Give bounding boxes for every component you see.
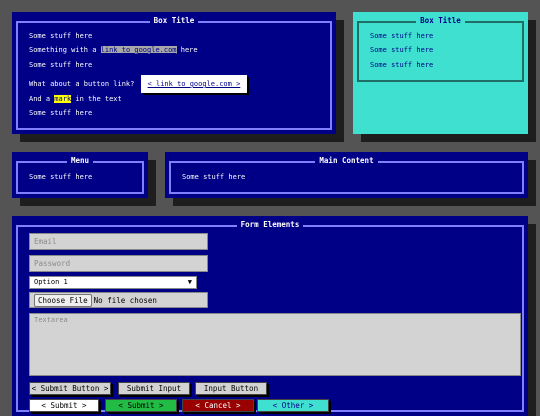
- box-title: Box Title: [353, 15, 528, 27]
- submit-button-default[interactable]: < Submit >: [29, 399, 99, 412]
- text-fragment: What about a button link?: [29, 80, 135, 88]
- cancel-button[interactable]: < Cancel >: [182, 399, 254, 412]
- file-status: No file chosen: [93, 296, 157, 305]
- menu-title: Menu: [12, 155, 148, 167]
- dropdown-arrow-icon: ▼: [187, 278, 192, 286]
- text-line: Some stuff here: [370, 61, 434, 69]
- option-select[interactable]: Option 1 ▼: [29, 276, 197, 289]
- box-panel-teal: Box Title Some stuff here Some stuff her…: [353, 12, 528, 134]
- text-line: Some stuff here: [29, 61, 93, 69]
- choose-file-button[interactable]: Choose File: [34, 294, 92, 307]
- box-title: Box Title: [12, 15, 336, 27]
- text-line: Some stuff here: [29, 32, 93, 40]
- password-field[interactable]: Password: [29, 255, 208, 272]
- file-input[interactable]: Choose File No file chosen: [29, 292, 208, 308]
- box-panel-primary: Box Title Some stuff here Something with…: [12, 12, 336, 134]
- select-value: Option 1: [34, 278, 68, 286]
- form-title-text: Form Elements: [236, 220, 304, 229]
- box-title-text: Box Title: [416, 16, 465, 25]
- main-content-panel: Main Content Some stuff here: [165, 152, 528, 198]
- text-line-with-link: Something with a link to google.com here: [29, 45, 198, 55]
- text-line: Some stuff here: [370, 46, 434, 54]
- email-field[interactable]: Email: [29, 233, 208, 250]
- google-link[interactable]: link to google.com: [100, 46, 177, 54]
- menu-title-text: Menu: [66, 156, 94, 165]
- text-line-with-mark: And a mark in the text: [29, 94, 122, 104]
- menu-panel: Menu Some stuff here: [12, 152, 148, 198]
- form-panel: Form Elements Email Password Option 1 ▼ …: [12, 216, 528, 416]
- other-button[interactable]: < Other >: [257, 399, 329, 412]
- box-title-text: Box Title: [149, 16, 199, 25]
- highlight-mark: mark: [54, 95, 72, 103]
- menu-text-line: Some stuff here: [29, 173, 93, 181]
- text-line: Some stuff here: [370, 32, 434, 40]
- main-text-line: Some stuff here: [182, 173, 246, 181]
- text-fragment: And a: [29, 95, 55, 103]
- main-content-title-text: Main Content: [315, 156, 378, 165]
- submit-button-success[interactable]: < Submit >: [105, 399, 177, 412]
- google-button-link[interactable]: < link to google.com >: [140, 75, 248, 93]
- submit-input[interactable]: Submit Input: [118, 382, 190, 395]
- text-line: Some stuff here: [29, 109, 93, 117]
- form-title: Form Elements: [12, 219, 528, 231]
- main-content-title: Main Content: [165, 155, 528, 167]
- text-line-with-button-link: What about a button link? < link to goog…: [29, 75, 248, 93]
- text-fragment: in the text: [71, 95, 122, 103]
- input-button[interactable]: Input Button: [195, 382, 267, 395]
- submit-button[interactable]: < Submit Button >: [29, 382, 111, 395]
- textarea-field[interactable]: Textarea: [29, 313, 521, 376]
- text-fragment: Something with a: [29, 46, 101, 54]
- text-fragment: here: [176, 46, 198, 54]
